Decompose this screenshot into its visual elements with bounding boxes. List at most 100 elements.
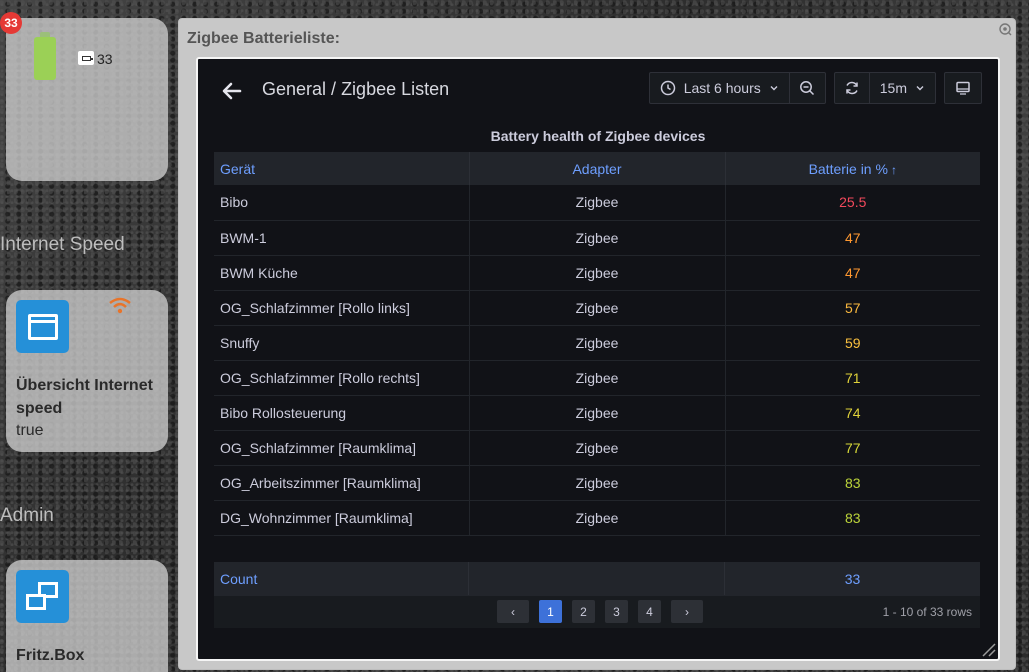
page-button-3[interactable]: 3 <box>605 600 628 623</box>
table-body: Bibo Zigbee 25.5 BWM-1 Zigbee 47 BWM Küche Zigb… <box>214 185 980 536</box>
table-row: DG_Wohnzimmer [Raumklima] Zigbee 83 <box>214 500 980 536</box>
breadcrumb-separator: / <box>326 79 342 99</box>
table-row: BWM Küche Zigbee 47 <box>214 255 980 291</box>
cell-device: OG_Schlafzimmer [Rollo rechts] <box>214 360 470 396</box>
cell-battery: 47 <box>725 255 980 291</box>
cell-adapter: Zigbee <box>469 430 726 466</box>
battery-table: Gerät Adapter Batterie in % ↑ Bibo Zigbee 2… <box>214 152 980 536</box>
window-icon <box>16 300 69 353</box>
rows-info: 1 - 10 of 33 rows <box>882 605 972 619</box>
cell-adapter: Zigbee <box>469 325 726 361</box>
settings-gear-icon[interactable] <box>998 22 1012 36</box>
footer-count-value: 33 <box>844 570 861 587</box>
cell-device: Bibo <box>214 185 470 221</box>
dashboard-toolbar: Last 6 hours 15m <box>648 72 982 104</box>
cell-adapter: Zigbee <box>469 255 726 291</box>
battery-tile[interactable]: 33 <box>6 18 168 181</box>
column-header-battery-label: Batterie in % <box>808 160 888 177</box>
battery-count-value: 33 <box>97 51 113 67</box>
refresh-group: 15m <box>833 72 936 104</box>
cell-battery: 71 <box>725 360 980 396</box>
tv-mode-button[interactable] <box>944 72 982 104</box>
battery-small-icon <box>78 51 94 65</box>
fritzbox-tile[interactable]: Fritz.Box <box>6 560 168 672</box>
cell-device: BWM Küche <box>214 255 470 291</box>
breadcrumb: General / Zigbee Listen <box>262 79 449 100</box>
zoom-out-button[interactable] <box>789 72 826 104</box>
grafana-embed: General / Zigbee Listen Last 6 hours 15m… <box>196 57 1000 661</box>
column-header-battery[interactable]: Batterie in % ↑ <box>725 152 980 185</box>
sort-ascending-icon: ↑ <box>890 162 897 177</box>
column-header-device[interactable]: Gerät <box>214 152 470 185</box>
pager: ‹ 1 2 3 4 › <box>497 600 703 623</box>
zoom-out-icon <box>800 81 815 96</box>
time-range-picker[interactable]: Last 6 hours <box>648 72 790 104</box>
column-header-adapter[interactable]: Adapter <box>469 152 726 185</box>
time-range-label: Last 6 hours <box>683 80 761 96</box>
cell-battery: 83 <box>725 500 980 536</box>
page-button-1[interactable]: 1 <box>539 600 562 623</box>
cell-battery: 59 <box>725 325 980 361</box>
cell-device: OG_Schlafzimmer [Raumklima] <box>214 430 470 466</box>
section-title-internet-speed: Internet Speed <box>0 234 125 255</box>
table-row: OG_Schlafzimmer [Rollo links] Zigbee 57 <box>214 290 980 326</box>
table-row: Snuffy Zigbee 59 <box>214 325 980 361</box>
pagination-bar: ‹ 1 2 3 4 › 1 - 10 of 33 rows <box>214 595 980 628</box>
panel-title: Battery health of Zigbee devices <box>490 128 706 144</box>
notification-badge: 33 <box>0 12 22 34</box>
fritzbox-label: Fritz.Box <box>16 647 85 664</box>
monitor-icon <box>956 81 970 95</box>
refresh-button[interactable] <box>833 72 870 104</box>
footer-count-label: Count <box>214 562 469 595</box>
cell-adapter: Zigbee <box>469 185 726 221</box>
back-arrow-icon[interactable] <box>220 79 244 103</box>
resize-handle-icon[interactable] <box>978 639 996 657</box>
cell-adapter: Zigbee <box>469 395 726 431</box>
cell-device: OG_Arbeitszimmer [Raumklima] <box>214 465 470 501</box>
table-row: OG_Schlafzimmer [Rollo rechts] Zigbee 71 <box>214 360 980 396</box>
cell-battery: 47 <box>725 220 980 256</box>
refresh-interval-label: 15m <box>879 80 907 96</box>
table-header-row: Gerät Adapter Batterie in % ↑ <box>214 152 980 185</box>
cell-adapter: Zigbee <box>469 290 726 326</box>
table-footer-row: Count 33 <box>214 562 980 595</box>
internet-speed-tile[interactable]: Übersicht Internet speed true <box>6 290 168 452</box>
table-row: Bibo Zigbee 25.5 <box>214 185 980 221</box>
wifi-icon <box>109 297 131 314</box>
clock-icon <box>660 80 675 96</box>
cell-battery: 83 <box>725 465 980 501</box>
table-row: BWM-1 Zigbee 47 <box>214 220 980 256</box>
cell-adapter: Zigbee <box>469 360 726 396</box>
footer-empty-cell <box>469 562 725 595</box>
table-row: OG_Arbeitszimmer [Raumklima] Zigbee 83 <box>214 465 980 501</box>
chevron-down-icon <box>770 86 778 91</box>
cell-device: OG_Schlafzimmer [Rollo links] <box>214 290 470 326</box>
section-title-admin: Admin <box>0 505 54 526</box>
chevron-down-icon <box>916 86 924 91</box>
cell-device: DG_Wohnzimmer [Raumklima] <box>214 500 470 536</box>
page-button-4[interactable]: 4 <box>638 600 661 623</box>
network-windows-icon <box>16 570 69 623</box>
refresh-interval-picker[interactable]: 15m <box>869 72 936 104</box>
cell-device: BWM-1 <box>214 220 470 256</box>
cell-battery: 25.5 <box>725 185 980 221</box>
cell-device: Bibo Rollosteuerung <box>214 395 470 431</box>
breadcrumb-root[interactable]: General <box>262 79 326 99</box>
cell-battery: 74 <box>725 395 980 431</box>
cell-device: Snuffy <box>214 325 470 361</box>
cell-adapter: Zigbee <box>469 500 726 536</box>
breadcrumb-page: Zigbee Listen <box>341 79 450 99</box>
cell-battery: 77 <box>725 430 980 466</box>
chevron-left-icon[interactable]: ‹ <box>497 600 529 623</box>
refresh-icon <box>846 81 858 95</box>
page-button-2[interactable]: 2 <box>572 600 595 623</box>
table-row: Bibo Rollosteuerung Zigbee 74 <box>214 395 980 431</box>
time-range-group: Last 6 hours <box>648 72 826 104</box>
chevron-right-icon[interactable]: › <box>671 600 703 623</box>
table-row: OG_Schlafzimmer [Raumklima] Zigbee 77 <box>214 430 980 466</box>
internet-speed-value: true <box>16 422 44 439</box>
zigbee-battery-dialog: Zigbee Batterieliste: General / Zigbee L… <box>178 18 1016 670</box>
dialog-title: Zigbee Batterieliste: <box>187 30 340 47</box>
internet-speed-label: Übersicht Internet speed <box>16 377 153 417</box>
cell-battery: 57 <box>725 290 980 326</box>
